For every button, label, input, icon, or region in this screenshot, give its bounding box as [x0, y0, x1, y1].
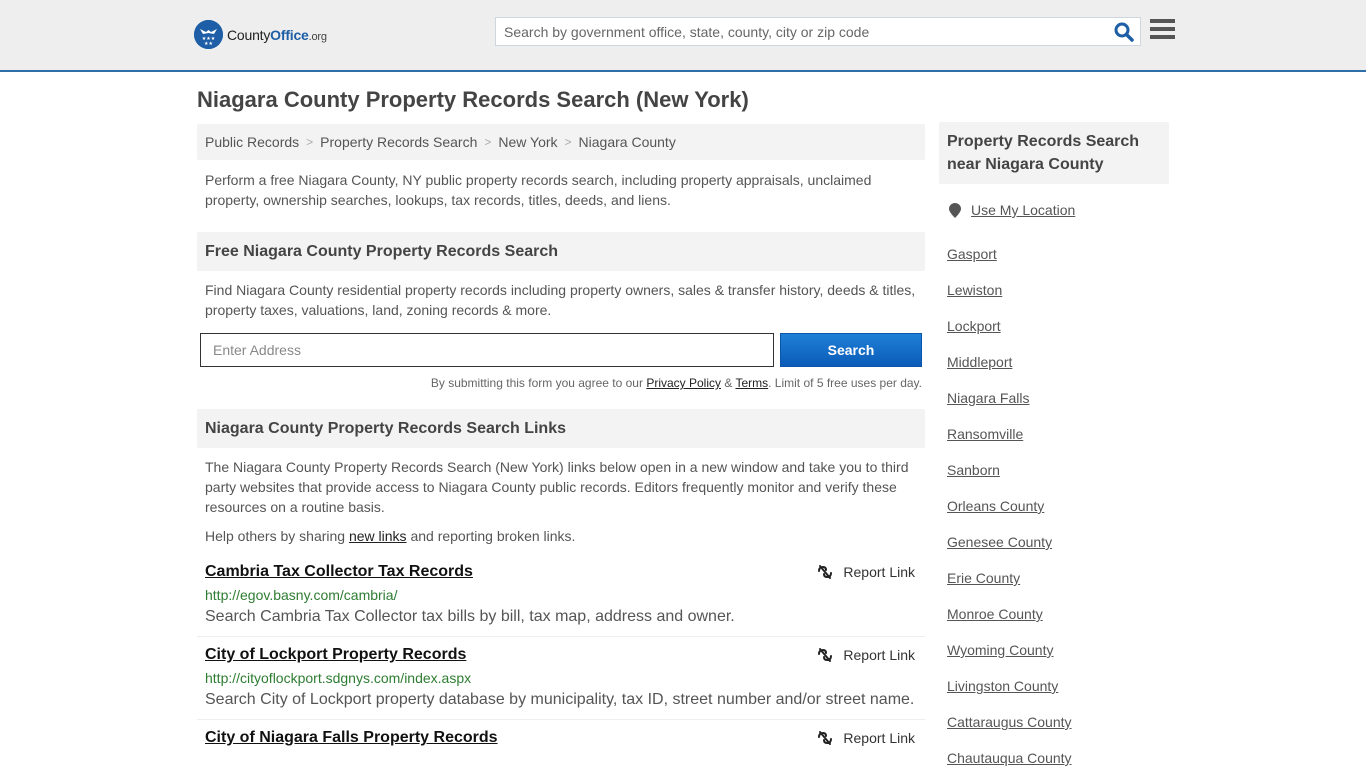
main-content: Public Records > Property Records Search…: [197, 124, 925, 757]
map-pin-icon: [949, 202, 961, 218]
report-link-button[interactable]: Report Link: [817, 564, 915, 580]
sidebar-item-chautauqua-county[interactable]: Chautauqua County: [947, 750, 1072, 766]
address-search-form: Search: [197, 333, 925, 367]
site-search-input[interactable]: [496, 18, 1096, 45]
use-my-location-link[interactable]: Use My Location: [971, 202, 1075, 218]
list-item: Cambria Tax Collector Tax Records http:/…: [197, 554, 925, 637]
breadcrumb-separator: >: [306, 135, 314, 149]
record-link-url: http://egov.basny.com/cambria/: [205, 587, 398, 603]
sidebar-item-livingston-county[interactable]: Livingston County: [947, 678, 1058, 694]
svg-text:★★: ★★: [204, 41, 213, 47]
sidebar-item-orleans-county[interactable]: Orleans County: [947, 498, 1044, 514]
site-header: ★★★ ★★ CountyOffice.org: [0, 0, 1366, 72]
free-search-description: Find Niagara County residential property…: [205, 282, 916, 318]
record-link-title[interactable]: Cambria Tax Collector Tax Records: [205, 563, 473, 580]
report-link-button[interactable]: Report Link: [817, 647, 915, 663]
sidebar-item-cattaraugus-county[interactable]: Cattaraugus County: [947, 714, 1072, 730]
address-search-button[interactable]: Search: [780, 333, 922, 367]
breadcrumb-niagara-county[interactable]: Niagara County: [579, 134, 676, 150]
sidebar-item-niagara-falls[interactable]: Niagara Falls: [947, 390, 1029, 406]
sidebar-item-erie-county[interactable]: Erie County: [947, 570, 1020, 586]
sidebar-item-gasport[interactable]: Gasport: [947, 246, 997, 262]
terms-notice: By submitting this form you agree to our…: [197, 376, 925, 390]
logo-wordmark: CountyOffice.org: [227, 26, 327, 43]
sidebar-item-wyoming-county[interactable]: Wyoming County: [947, 642, 1053, 658]
terms-link[interactable]: Terms: [735, 376, 768, 390]
record-link-title[interactable]: City of Niagara Falls Property Records: [205, 729, 498, 746]
terms-suffix: . Limit of 5 free uses per day.: [768, 376, 922, 390]
eagle-logo-icon: ★★★ ★★: [194, 20, 223, 49]
breadcrumb-public-records[interactable]: Public Records: [205, 134, 299, 150]
sidebar-item-lewiston[interactable]: Lewiston: [947, 282, 1002, 298]
report-link-label: Report Link: [843, 730, 915, 746]
list-item: City of Niagara Falls Property Records R…: [197, 720, 925, 757]
sidebar-heading: Property Records Search near Niagara Cou…: [939, 122, 1169, 184]
terms-amp: &: [721, 376, 736, 390]
sidebar-item-sanborn[interactable]: Sanborn: [947, 462, 1000, 478]
new-links-link[interactable]: new links: [349, 528, 407, 544]
privacy-policy-link[interactable]: Privacy Policy: [646, 376, 721, 390]
use-location: Use My Location: [939, 202, 1169, 218]
help-suffix: and reporting broken links.: [406, 528, 576, 544]
breadcrumb-separator: >: [484, 135, 492, 149]
links-heading: Niagara County Property Records Search L…: [197, 409, 925, 448]
report-link-button[interactable]: Report Link: [817, 730, 915, 746]
sidebar: Property Records Search near Niagara Cou…: [939, 122, 1169, 776]
sidebar-item-ransomville[interactable]: Ransomville: [947, 426, 1023, 442]
broken-link-icon: [818, 731, 833, 745]
record-link-url: http://cityoflockport.sdgnys.com/index.a…: [205, 670, 472, 686]
broken-link-icon: [818, 648, 833, 662]
sidebar-item-lockport[interactable]: Lockport: [947, 318, 1001, 334]
list-item: City of Lockport Property Records http:/…: [197, 637, 925, 720]
site-logo[interactable]: ★★★ ★★ CountyOffice.org: [194, 20, 327, 49]
links-description: The Niagara County Property Records Sear…: [205, 459, 909, 515]
nearby-links: Gasport Lewiston Lockport Middleport Nia…: [939, 236, 1169, 776]
help-text: Help others by sharing new links and rep…: [197, 517, 925, 544]
terms-prefix: By submitting this form you agree to our: [430, 376, 647, 390]
help-prefix: Help others by sharing: [205, 528, 349, 544]
sidebar-item-middleport[interactable]: Middleport: [947, 354, 1012, 370]
report-link-label: Report Link: [843, 647, 915, 663]
intro-text: Perform a free Niagara County, NY public…: [205, 172, 872, 208]
links-list: Cambria Tax Collector Tax Records http:/…: [197, 554, 925, 757]
breadcrumb: Public Records > Property Records Search…: [197, 124, 925, 160]
address-input[interactable]: [200, 333, 774, 367]
hamburger-menu-icon[interactable]: [1150, 19, 1175, 42]
report-link-label: Report Link: [843, 564, 915, 580]
sidebar-item-monroe-county[interactable]: Monroe County: [947, 606, 1043, 622]
site-search: [495, 17, 1141, 46]
record-link-description: Search Cambria Tax Collector tax bills b…: [205, 608, 735, 625]
broken-link-icon: [818, 565, 833, 579]
search-icon[interactable]: [1114, 22, 1134, 42]
record-link-description: Search City of Lockport property databas…: [205, 691, 915, 708]
breadcrumb-new-york[interactable]: New York: [498, 134, 557, 150]
breadcrumb-property-records-search[interactable]: Property Records Search: [320, 134, 477, 150]
breadcrumb-separator: >: [564, 135, 572, 149]
sidebar-item-genesee-county[interactable]: Genesee County: [947, 534, 1052, 550]
record-link-title[interactable]: City of Lockport Property Records: [205, 646, 466, 663]
free-search-heading: Free Niagara County Property Records Sea…: [197, 232, 925, 271]
page-title: Niagara County Property Records Search (…: [197, 87, 749, 112]
